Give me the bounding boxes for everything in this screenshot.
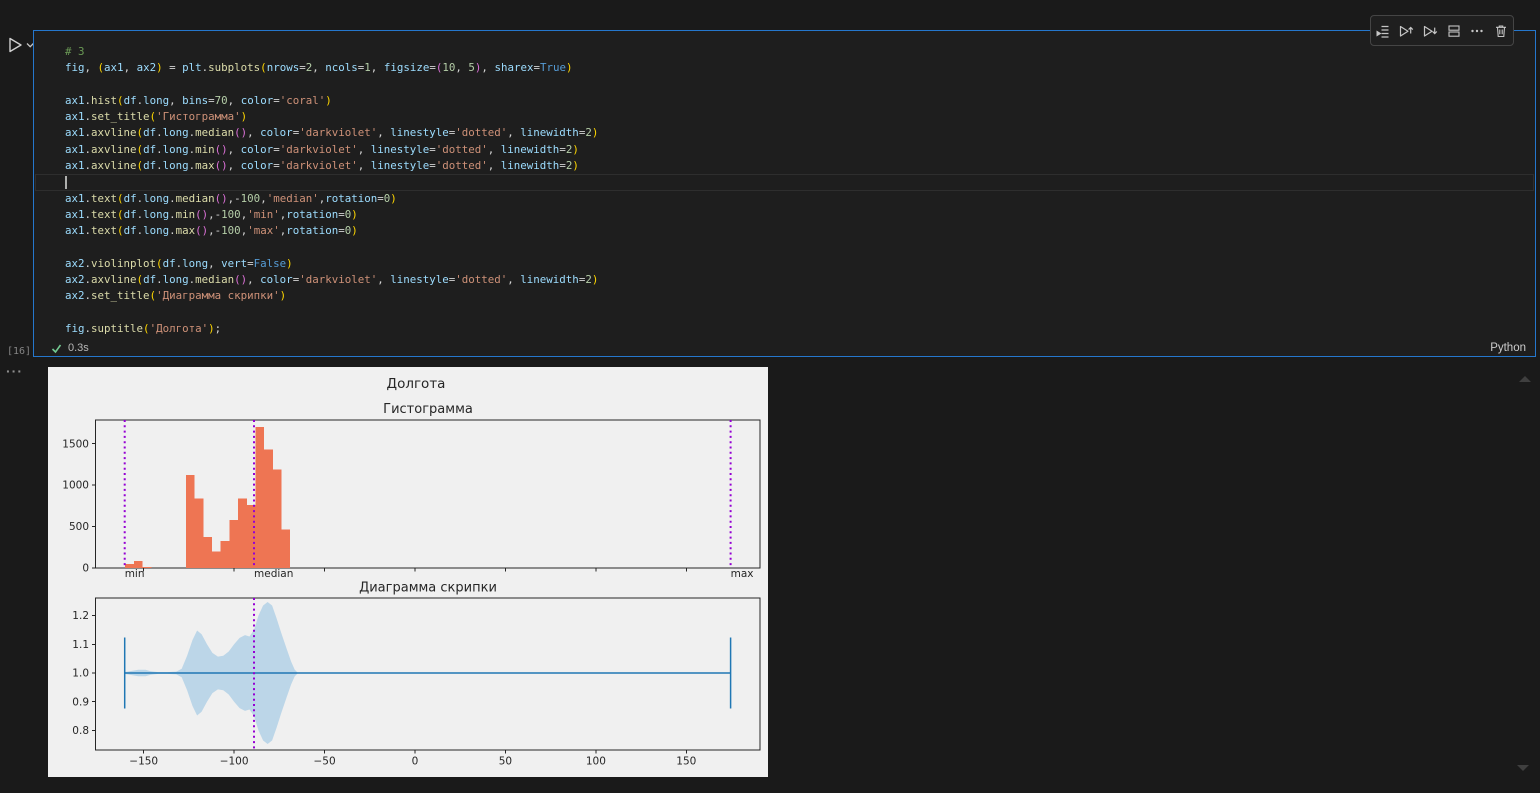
figure-output: Долгота Гистограмма Диаграмма скрипки min me… [48, 367, 768, 777]
hist-bar [238, 498, 247, 568]
violin-ytick-label: 1.1 [72, 639, 89, 651]
violin-title: Диаграмма скрипки [359, 581, 497, 596]
violin-ytick-label: 1.0 [72, 668, 89, 680]
code-line: # 3 [65, 45, 85, 58]
hist-bar [229, 520, 239, 568]
code-line: ax2.violinplot(df.long, vert=False) [65, 256, 293, 270]
hist-bar [212, 551, 221, 568]
hist-bar [194, 498, 204, 568]
code-line: ax2.axvline(df.long.median(), color='dar… [65, 273, 599, 287]
hist-bar [186, 475, 195, 568]
execute-above-icon [1400, 25, 1414, 37]
split-cell-button[interactable] [1443, 20, 1464, 42]
code-line: ax1.axvline(df.long.median(), color='dar… [65, 126, 599, 140]
execute-below-button[interactable] [1420, 20, 1441, 42]
violin-xtick-label: −50 [313, 756, 335, 768]
hist-bar [220, 541, 230, 568]
code-line: fig, (ax1, ax2) = plt.subplots(nrows=2, … [65, 61, 573, 75]
code-line: fig.suptitle('Долгота'); [65, 322, 222, 336]
hist-ytick-label: 1500 [62, 438, 89, 450]
success-check-icon [51, 343, 62, 354]
violin-ytick-label: 0.8 [72, 725, 89, 737]
violin-xtick-label: 50 [499, 756, 512, 768]
violin-axes: 0.8 0.9 1.0 1.1 1.2 −150 −100 −50 0 50 100 150 [72, 597, 761, 768]
code-line: ax1.text(df.long.min(),-100,'min',rotati… [65, 207, 358, 221]
stat-label-median: median [254, 568, 293, 580]
split-cell-icon [1448, 24, 1460, 37]
hist-ytick-label: 0 [82, 563, 89, 575]
code-line: ax1.set_title('Гистограмма') [65, 110, 248, 124]
run-by-line-icon [1376, 25, 1389, 38]
stat-label-min: min [125, 568, 145, 580]
execute-below-icon [1424, 25, 1438, 37]
hist-bar [272, 469, 282, 568]
scroll-up-icon[interactable] [1519, 376, 1531, 382]
violin-ytick-label: 0.9 [72, 696, 89, 708]
histogram-title: Гистограмма [383, 402, 473, 417]
execution-count: [16] [7, 346, 32, 357]
code-cell[interactable]: # 3 fig, (ax1, ax2) = plt.subplots(nrows=… [33, 30, 1536, 357]
hist-bar [264, 449, 273, 568]
code-editor[interactable]: # 3 fig, (ax1, ax2) = plt.subplots(nrows=… [65, 44, 1531, 340]
execute-above-button[interactable] [1396, 20, 1417, 42]
hist-ytick-label: 1000 [62, 480, 89, 492]
hist-bar [255, 426, 265, 568]
hist-bar [203, 536, 213, 568]
cell-toolbar [1370, 15, 1514, 46]
code-line: ax2.set_title('Диаграмма скрипки') [65, 289, 287, 303]
code-line: ax1.hist(df.long, bins=70, color='coral'… [65, 93, 332, 107]
violin-ytick-label: 1.2 [72, 610, 89, 622]
stat-label-max: max [731, 568, 754, 580]
play-icon [9, 37, 22, 53]
cell-status-bar: 0.3s Python [34, 341, 1535, 355]
execution-duration: 0.3s [68, 342, 89, 354]
matplotlib-figure: Долгота Гистограмма Диаграмма скрипки min me… [62, 376, 761, 768]
figure-suptitle: Долгота [387, 376, 446, 392]
text-cursor [65, 176, 67, 190]
notebook-editor: # 3 fig, (ax1, ax2) = plt.subplots(nrows=… [0, 0, 1540, 793]
output-options-button[interactable]: ··· [6, 363, 23, 379]
hist-bar [281, 529, 291, 568]
violin-xtick-label: 150 [676, 756, 696, 768]
violin-xtick-label: −100 [220, 756, 249, 768]
language-indicator[interactable]: Python [1490, 342, 1526, 354]
run-by-line-button[interactable] [1372, 20, 1393, 42]
code-line: ax1.axvline(df.long.max(), color='darkvi… [65, 159, 579, 173]
violin-xtick-label: 0 [412, 756, 419, 768]
more-actions-button[interactable] [1467, 20, 1488, 42]
hist-bar [133, 561, 143, 568]
violin-xtick-label: −150 [129, 756, 158, 768]
delete-cell-icon [1496, 24, 1507, 37]
code-line: ax1.axvline(df.long.min(), color='darkvi… [65, 142, 579, 156]
scroll-down-icon[interactable] [1517, 765, 1529, 771]
histogram-axes: min median max 0 500 1000 1500 [62, 419, 761, 580]
hist-ytick-label: 500 [69, 521, 89, 533]
more-actions-icon [1471, 29, 1484, 32]
code-line: ax1.text(df.long.max(),-100,'max',rotati… [65, 224, 358, 238]
code-line: ax1.text(df.long.median(),-100,'median',… [65, 191, 397, 205]
violin-xtick-label: 100 [586, 756, 606, 768]
delete-cell-button[interactable] [1491, 20, 1512, 42]
